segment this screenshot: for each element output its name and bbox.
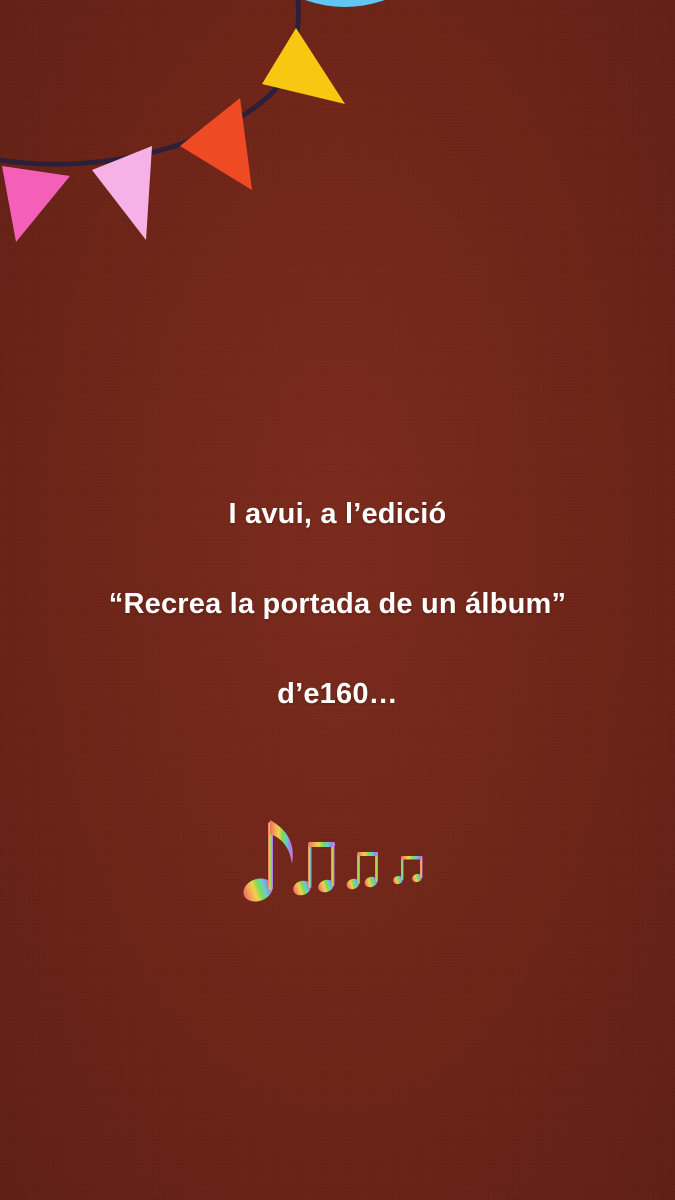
caption-line-2: “Recrea la portada de un álbum”: [108, 588, 567, 620]
musical-notes-icon: [243, 820, 423, 902]
caption-line-1: I avui, a l’edició: [228, 498, 447, 530]
bunting-flags-icon: [0, 0, 385, 242]
story-canvas: I avui, a l’edició “Recrea la portada de…: [0, 0, 675, 1200]
flag-pink: [2, 166, 70, 242]
flag-orange: [180, 98, 252, 190]
flag-blue: [305, 0, 385, 7]
caption-line-3: d’e160…: [277, 678, 398, 710]
bunting-string: [0, 0, 301, 167]
